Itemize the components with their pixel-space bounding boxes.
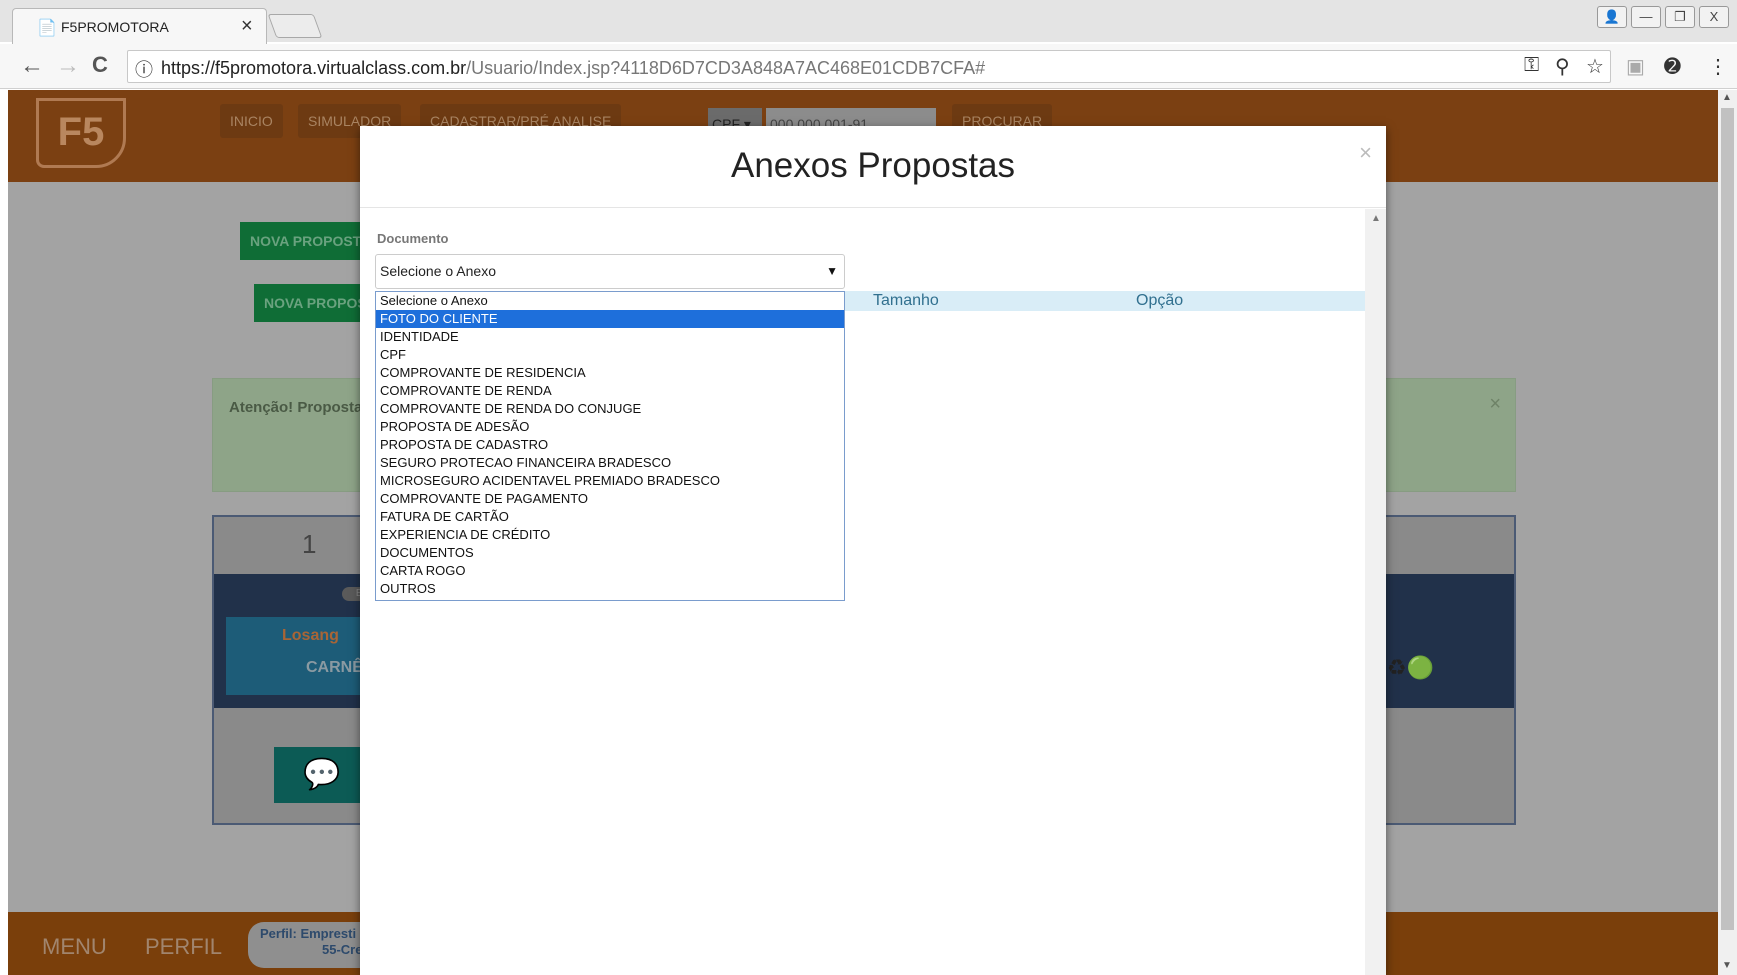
close-window-icon[interactable]: X: [1699, 6, 1729, 28]
documento-dropdown-list: Selecione o Anexo FOTO DO CLIENTE IDENTIDA…: [375, 291, 845, 601]
info-icon[interactable]: ⓘ: [135, 56, 153, 82]
nav-inicio[interactable]: INICIO: [220, 104, 283, 138]
modal-header: Anexos Propostas ×: [360, 126, 1386, 208]
forward-icon[interactable]: →: [56, 52, 80, 80]
dropdown-option[interactable]: Selecione o Anexo: [376, 292, 844, 310]
dropdown-option[interactable]: SEGURO PROTECAO FINANCEIRA BRADESCO: [376, 454, 844, 472]
footer-menu[interactable]: MENU: [42, 934, 107, 960]
back-icon[interactable]: ←: [20, 52, 44, 80]
window-controls: 👤 — ❐ X: [1597, 6, 1729, 28]
alert-text: Atenção! Proposta: [229, 399, 363, 416]
dropdown-option[interactable]: EXPERIENCIA DE CRÉDITO: [376, 526, 844, 544]
profile-icon[interactable]: 👤: [1597, 6, 1627, 28]
key-icon[interactable]: ⚿: [1524, 54, 1539, 77]
modal-close-icon[interactable]: ×: [1359, 140, 1372, 166]
documento-select[interactable]: Selecione o Anexo ▼: [375, 254, 845, 289]
minimize-icon[interactable]: —: [1631, 6, 1661, 28]
url-path: /Usuario/Index.jsp?4118D6D7CD3A848A7AC46…: [466, 58, 986, 78]
dropdown-option[interactable]: DOCUMENTOS: [376, 544, 844, 562]
zoom-icon[interactable]: ⚲: [1555, 54, 1570, 79]
dropdown-option[interactable]: OUTROS: [376, 580, 844, 598]
modal-scroll-up-icon[interactable]: ▲: [1371, 213, 1381, 224]
chevron-down-icon: ▼: [826, 264, 838, 278]
scroll-down-icon[interactable]: ▼: [1722, 960, 1732, 971]
browser-tab[interactable]: 📄 F5PROMOTORA ×: [12, 8, 267, 44]
nova-proposta-button-2[interactable]: NOVA PROPOS: [254, 284, 377, 322]
f5-logo: F5: [36, 98, 126, 168]
modal-title: Anexos Propostas: [730, 146, 1016, 185]
page-scroll-thumb[interactable]: [1721, 108, 1734, 930]
address-bar[interactable]: ⓘ https://f5promotora.virtualclass.com.b…: [127, 50, 1611, 83]
dropdown-option[interactable]: FATURA DE CARTÃO: [376, 508, 844, 526]
dropdown-option[interactable]: CARTA ROGO: [376, 562, 844, 580]
chat-icon[interactable]: 💬: [274, 747, 370, 803]
losango-block[interactable]: Losang CARNÊ: [226, 617, 382, 695]
dropdown-option[interactable]: IDENTIDADE: [376, 328, 844, 346]
dropdown-option[interactable]: FOTO DO CLIENTE: [376, 310, 844, 328]
dropdown-option[interactable]: COMPROVANTE DE PAGAMENTO: [376, 490, 844, 508]
col-opcao: Opção: [1136, 292, 1184, 309]
maximize-icon[interactable]: ❐: [1665, 6, 1695, 28]
dropdown-option[interactable]: COMPROVANTE DE RESIDENCIA: [376, 364, 844, 382]
anexos-modal: Anexos Propostas × Documento Selecione o…: [360, 126, 1386, 975]
page-icon: 📄: [37, 20, 57, 37]
browser-menu-icon[interactable]: ⋮: [1708, 54, 1728, 79]
tab-title: F5PROMOTORA: [61, 19, 169, 35]
modal-scrollbar[interactable]: ▲: [1365, 209, 1386, 975]
page-scrollbar[interactable]: ▲ ▼: [1718, 90, 1737, 975]
carne-label: CARNÊ: [306, 659, 363, 676]
scroll-up-icon[interactable]: ▲: [1722, 92, 1732, 103]
dropdown-option[interactable]: COMPROVANTE DE RENDA: [376, 382, 844, 400]
recycle-whatsapp-icons[interactable]: ♻🟢: [1387, 655, 1434, 681]
dropdown-option[interactable]: PROPOSTA DE ADESÃO: [376, 418, 844, 436]
new-tab-button[interactable]: [267, 14, 323, 38]
tab-close-icon[interactable]: ×: [241, 15, 253, 38]
modal-body: Documento Selecione o Anexo ▼ Tamanho Op…: [360, 209, 1386, 975]
star-icon[interactable]: ☆: [1586, 54, 1604, 79]
dropdown-option[interactable]: CPF: [376, 346, 844, 364]
dropdown-option[interactable]: COMPROVANTE DE RENDA DO CONJUGE: [376, 400, 844, 418]
alert-close-icon[interactable]: ×: [1489, 393, 1501, 416]
card-number: 1: [302, 529, 317, 559]
losango-logo: Losang: [282, 627, 339, 644]
url-text: https://f5promotora.virtualclass.com.br/…: [161, 58, 985, 79]
dropdown-option[interactable]: MICROSEGURO ACIDENTAVEL PREMIADO BRADESC…: [376, 472, 844, 490]
extension-icon[interactable]: ➋: [1664, 54, 1681, 79]
reload-icon[interactable]: C: [92, 52, 108, 78]
dropdown-option[interactable]: PROPOSTA DE CADASTRO: [376, 436, 844, 454]
address-row: ← → C ⓘ https://f5promotora.virtualclass…: [0, 44, 1737, 89]
pdf-extension-icon[interactable]: ▣: [1626, 54, 1645, 79]
select-value: Selecione o Anexo: [380, 263, 496, 279]
url-host: https://f5promotora.virtualclass.com.br: [161, 58, 467, 78]
col-tamanho: Tamanho: [873, 292, 939, 309]
documento-label: Documento: [377, 231, 449, 246]
footer-perfil[interactable]: PERFIL: [145, 934, 222, 960]
